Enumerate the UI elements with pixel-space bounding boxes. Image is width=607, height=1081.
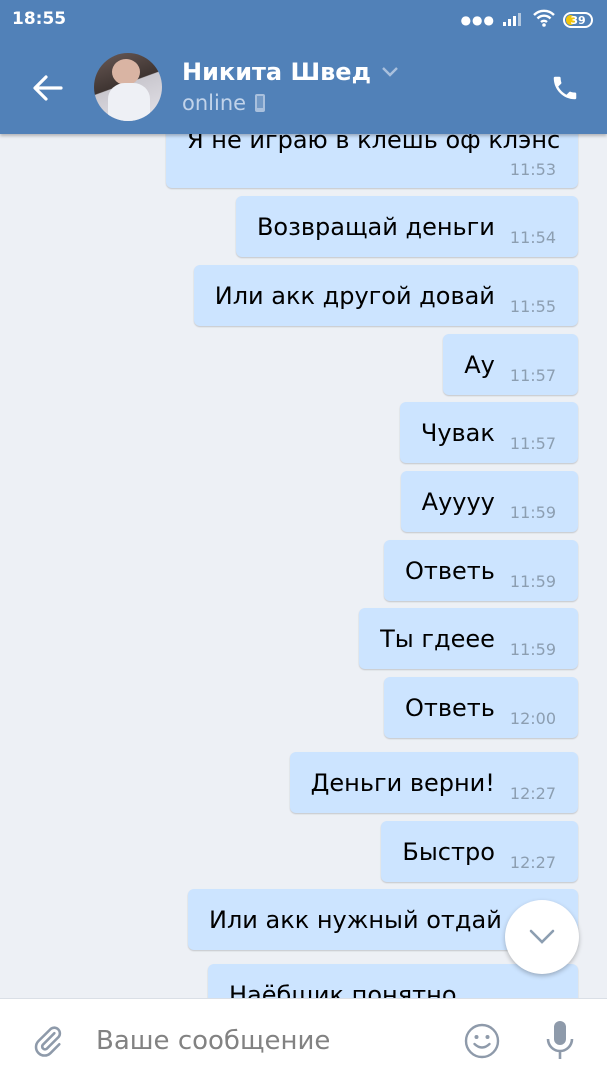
message-time: 12:27 bbox=[509, 784, 556, 803]
battery-icon: 39 bbox=[563, 12, 593, 28]
message-text: Ау bbox=[464, 351, 495, 379]
message-bubble[interactable]: Или акк другой довай 11:55 bbox=[193, 265, 578, 326]
message-text: Или акк нужный отдай bbox=[209, 906, 502, 934]
message-time: 12:00 bbox=[509, 709, 556, 728]
message-time: 11:59 bbox=[509, 640, 556, 659]
voice-message-button[interactable] bbox=[538, 1017, 582, 1065]
chat-header: Никита Швед online bbox=[0, 40, 607, 134]
message-time: 11:54 bbox=[509, 228, 556, 247]
scroll-down-button[interactable] bbox=[505, 900, 579, 974]
message-input[interactable] bbox=[96, 1021, 436, 1061]
message-time: 12:27 bbox=[509, 853, 556, 872]
call-button[interactable] bbox=[545, 68, 585, 108]
message-time: 11:59 bbox=[509, 572, 556, 591]
status-time: 18:55 bbox=[12, 9, 67, 29]
message-text: Или акк другой довай bbox=[214, 282, 495, 310]
message-list[interactable]: Я не играю в клешь оф клэнс 11:53 Возвра… bbox=[0, 0, 607, 998]
presence-status: online bbox=[182, 91, 247, 115]
message-bubble[interactable]: Деньги верни! 12:27 bbox=[289, 752, 578, 813]
message-bubble[interactable]: Быстро 12:27 bbox=[381, 821, 578, 882]
attach-button[interactable] bbox=[26, 1019, 70, 1063]
message-text: Ответь bbox=[404, 557, 495, 585]
contact-name: Никита Швед bbox=[182, 58, 371, 86]
message-text: Ты гдеее bbox=[380, 625, 495, 653]
message-text: Чувак bbox=[420, 419, 495, 447]
status-bar: 18:55 ●●● 39 bbox=[0, 0, 607, 40]
message-bubble[interactable]: Возвращай деньги 11:54 bbox=[235, 196, 578, 257]
message-time: 11:53 bbox=[509, 160, 556, 179]
signal-icon bbox=[503, 10, 525, 30]
message-bubble[interactable]: Наёбщик понятно bbox=[208, 964, 578, 998]
message-composer bbox=[0, 998, 607, 1081]
presence-row: online bbox=[182, 91, 266, 115]
message-text: Ответь bbox=[404, 694, 495, 722]
message-text: Ауууу bbox=[421, 488, 495, 516]
chevron-down-icon bbox=[382, 67, 398, 77]
message-text: Наёбщик понятно bbox=[229, 981, 457, 998]
message-bubble[interactable]: Ответь 12:00 bbox=[383, 677, 578, 738]
message-time: 11:59 bbox=[509, 503, 556, 522]
message-bubble[interactable]: Ауууу 11:59 bbox=[400, 471, 578, 532]
message-bubble[interactable]: Чувак 11:57 bbox=[399, 402, 578, 463]
emoji-button[interactable] bbox=[460, 1019, 504, 1063]
avatar[interactable] bbox=[94, 53, 162, 121]
message-time: 11:55 bbox=[509, 297, 556, 316]
message-time: 11:57 bbox=[509, 366, 556, 385]
back-button[interactable] bbox=[26, 66, 70, 110]
message-text: Быстро bbox=[402, 838, 495, 866]
mobile-device-icon bbox=[255, 94, 266, 112]
microphone-icon bbox=[546, 1021, 574, 1059]
message-time: 11:57 bbox=[509, 434, 556, 453]
battery-level: 39 bbox=[570, 13, 586, 27]
back-arrow-icon bbox=[33, 75, 63, 101]
top-bar: 18:55 ●●● 39 Никита Швед online bbox=[0, 0, 607, 134]
status-icons: ●●● 39 bbox=[460, 9, 593, 31]
dots-icon: ●●● bbox=[460, 13, 495, 27]
wifi-icon bbox=[533, 9, 555, 31]
emoji-icon bbox=[464, 1023, 500, 1059]
message-bubble[interactable]: Ответь 11:59 bbox=[383, 540, 578, 601]
paperclip-icon bbox=[34, 1026, 62, 1057]
contact-name-button[interactable]: Никита Швед bbox=[182, 58, 399, 86]
chevron-down-icon bbox=[529, 929, 555, 944]
phone-icon bbox=[553, 76, 577, 100]
message-text: Возвращай деньги bbox=[256, 213, 495, 241]
message-bubble[interactable]: Ты гдеее 11:59 bbox=[359, 608, 578, 669]
message-text: Деньги верни! bbox=[310, 769, 495, 797]
message-bubble[interactable]: Ау 11:57 bbox=[443, 334, 578, 395]
